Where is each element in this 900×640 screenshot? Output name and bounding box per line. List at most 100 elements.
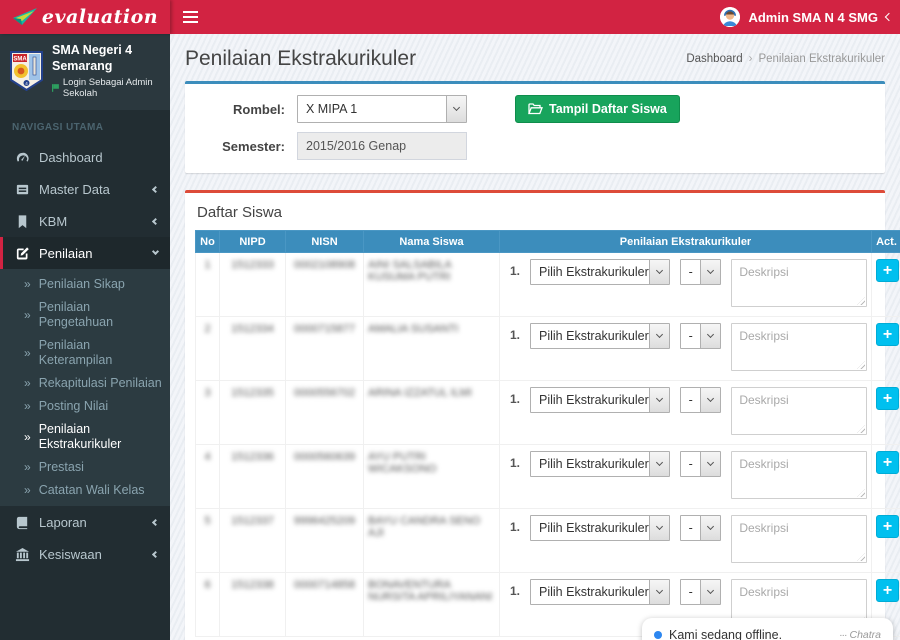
bookmark-icon — [15, 214, 30, 229]
user-menu-chevron-icon — [884, 12, 894, 22]
breadcrumb-separator: › — [748, 53, 753, 65]
student-name: AINI SALSABILA KUSUMA PUTRI — [368, 259, 452, 283]
show-students-button[interactable]: Tampil Daftar Siswa — [515, 95, 680, 123]
submenu-penilaian-pengetahuan[interactable]: » Penilaian Pengetahuan — [0, 296, 170, 334]
select-arrow-icon — [700, 324, 721, 348]
chatra-dots-icon: ··· — [839, 629, 847, 640]
sidebar-toggle-button[interactable] — [170, 0, 210, 34]
student-nisn: 9996425209 — [293, 515, 356, 527]
user-menu[interactable]: Admin SMA N 4 SMG — [720, 0, 894, 34]
assessment-index: 1. — [510, 520, 521, 534]
row-number: 6 — [204, 579, 211, 591]
student-nipd: 1512335 — [231, 387, 274, 399]
description-field-wrap — [731, 451, 867, 499]
student-nisn: 0000715877 — [293, 323, 356, 335]
sidebar-item-kbm[interactable]: KBM — [0, 205, 170, 237]
row-number: 5 — [204, 515, 211, 527]
student-name: BAYU CANDRA SENO AJI — [368, 515, 481, 539]
row-number: 4 — [204, 451, 211, 463]
extracurricular-select[interactable]: Pilih Ekstrakurikuler — [530, 579, 671, 605]
add-assessment-button[interactable]: + — [876, 323, 899, 346]
select-arrow-icon — [649, 452, 670, 476]
add-assessment-button[interactable]: + — [876, 387, 899, 410]
student-nisn: 0000560639 — [293, 451, 356, 463]
submenu-penilaian-ekstrakurikuler[interactable]: » Penilaian Ekstrakurikuler — [0, 418, 170, 456]
table-row: 5 1512337 9996425209 BAYU CANDRA SENO AJ… — [195, 508, 900, 573]
chevron-left-icon — [151, 217, 160, 225]
submenu-prestasi[interactable]: » Prestasi — [0, 456, 170, 479]
student-nisn: 0000714858 — [293, 579, 356, 591]
add-assessment-button[interactable]: + — [876, 451, 899, 474]
submenu-penilaian-keterampilan[interactable]: » Penilaian Keterampilan — [0, 334, 170, 372]
grade-select[interactable]: - — [680, 387, 722, 413]
sidebar-user-panel: SMA 4 SMA Negeri 4 Semarang Login Sebaga… — [0, 34, 170, 111]
description-field-wrap — [731, 515, 867, 563]
chat-widget[interactable]: Kami sedang offline. ··· Chatra — [642, 618, 893, 640]
table-row: 1 1512333 0002108908 AINI SALSABILA KUSU… — [195, 252, 900, 317]
sidebar-item-penilaian[interactable]: Penilaian — [0, 237, 170, 270]
sidebar: SMA 4 SMA Negeri 4 Semarang Login Sebaga… — [0, 34, 170, 640]
select-arrow-icon — [700, 516, 721, 540]
school-name: SMA Negeri 4 Semarang — [52, 43, 133, 73]
sidebar-user-info: SMA Negeri 4 Semarang Login Sebagai Admi… — [52, 43, 160, 99]
student-nisn: 0002108908 — [293, 259, 356, 271]
add-assessment-button[interactable]: + — [876, 515, 899, 538]
chevron-down-icon — [151, 248, 160, 256]
chevron-left-icon — [151, 518, 160, 526]
grade-select[interactable]: - — [680, 259, 722, 285]
grade-select[interactable]: - — [680, 323, 722, 349]
row-number: 3 — [204, 387, 211, 399]
student-nipd: 1512337 — [231, 515, 274, 527]
chevron-left-icon — [151, 185, 160, 193]
grade-select[interactable]: - — [680, 515, 722, 541]
student-name: AYU PUTRI WICAKSONO — [368, 451, 437, 475]
description-textarea[interactable] — [732, 324, 866, 370]
extracurricular-select[interactable]: Pilih Ekstrakurikuler — [530, 515, 671, 541]
submenu-penilaian-sikap[interactable]: » Penilaian Sikap — [0, 273, 170, 296]
students-card-title: Daftar Siswa — [197, 204, 283, 221]
semester-label: Semester: — [222, 138, 285, 154]
select-arrow-icon — [700, 452, 721, 476]
row-number: 2 — [204, 323, 211, 335]
select-arrow-icon — [649, 324, 670, 348]
description-textarea[interactable] — [732, 452, 866, 498]
sidebar-nav: Dashboard Master Data KBM Penilaian » Pe… — [0, 141, 170, 570]
student-table-body: 1 1512333 0002108908 AINI SALSABILA KUSU… — [195, 252, 900, 637]
sidebar-item-laporan[interactable]: Laporan — [0, 506, 170, 538]
extracurricular-select[interactable]: Pilih Ekstrakurikuler — [530, 451, 671, 477]
submenu-rekapitulasi-penilaian[interactable]: » Rekapitulasi Penilaian — [0, 372, 170, 395]
logo-text: evaluation — [41, 6, 159, 28]
add-assessment-button[interactable]: + — [876, 579, 899, 602]
assessment-index: 1. — [510, 456, 521, 470]
rombel-select[interactable]: X MIPA 1 — [297, 95, 467, 123]
rombel-label: Rombel: — [233, 101, 285, 117]
folder-open-icon — [528, 103, 543, 115]
student-nipd: 1512334 — [231, 323, 274, 335]
extracurricular-select[interactable]: Pilih Ekstrakurikuler — [530, 323, 671, 349]
sidebar-item-kesiswaan[interactable]: Kesiswaan — [0, 538, 170, 570]
grade-select[interactable]: - — [680, 579, 722, 605]
table-row: 3 1512335 0000556702 ARINA IZZATUL ILMI … — [195, 380, 900, 445]
extracurricular-select[interactable]: Pilih Ekstrakurikuler — [530, 259, 671, 285]
add-assessment-button[interactable]: + — [876, 259, 899, 282]
app-logo[interactable]: evaluation — [0, 0, 170, 34]
extracurricular-select[interactable]: Pilih Ekstrakurikuler — [530, 387, 671, 413]
student-nipd: 1512333 — [231, 259, 274, 271]
sidebar-item-dashboard[interactable]: Dashboard — [0, 141, 170, 173]
chatra-brand: ··· Chatra — [839, 629, 881, 640]
sidebar-item-master-data[interactable]: Master Data — [0, 173, 170, 205]
user-avatar — [720, 7, 741, 27]
description-textarea[interactable] — [732, 388, 866, 434]
select-arrow-icon — [700, 580, 721, 604]
description-textarea[interactable] — [732, 516, 866, 562]
assessment-index: 1. — [510, 584, 521, 598]
students-table: No NIPD NISN Nama Siswa Penilaian Ekstra… — [195, 230, 900, 637]
grade-select[interactable]: - — [680, 451, 722, 477]
description-textarea[interactable] — [732, 260, 866, 306]
select-arrow-icon — [649, 580, 670, 604]
logo-swoosh-icon — [12, 7, 38, 27]
submenu-posting-nilai[interactable]: » Posting Nilai — [0, 395, 170, 418]
submenu-catatan-wali-kelas[interactable]: » Catatan Wali Kelas — [0, 479, 170, 502]
user-name: Admin SMA N 4 SMG — [748, 9, 878, 25]
breadcrumb-dashboard-link[interactable]: Dashboard — [686, 53, 742, 65]
